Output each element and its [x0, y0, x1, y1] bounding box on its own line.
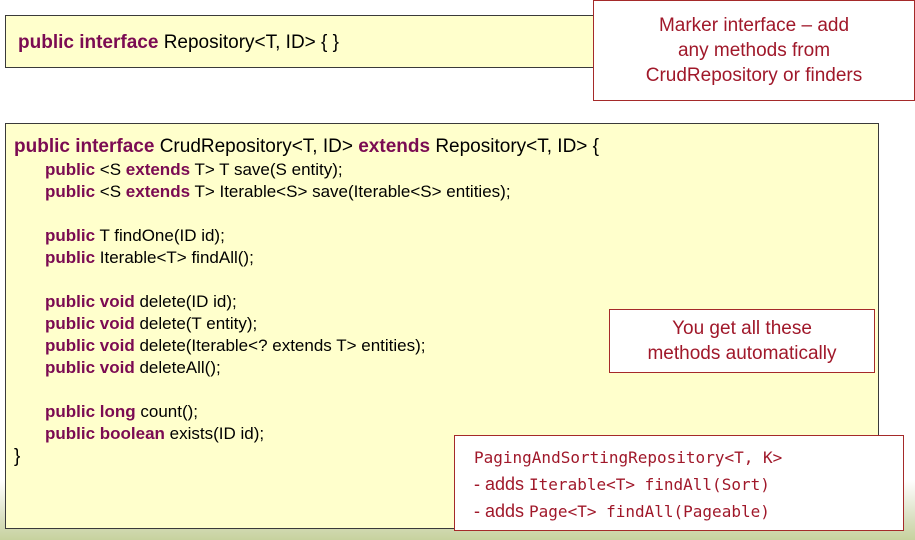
crud-header-rest: Repository<T, ID> {: [430, 136, 600, 157]
automatic-methods-note: You get all these methods automatically: [609, 309, 875, 373]
note-line: methods automatically: [647, 343, 837, 364]
crud-interface-name: CrudRepository<T, ID>: [154, 136, 359, 157]
paging-title: PagingAndSortingRepository<T, K>: [474, 448, 783, 467]
crud-header-line: public interface CrudRepository<T, ID> e…: [14, 135, 878, 159]
keyword-public-interface: public interface: [18, 32, 159, 53]
repository-declaration: Repository<T, ID> { }: [158, 32, 340, 53]
note-line: Marker interface – add: [658, 15, 850, 36]
method-line-find-all: public Iterable<T> findAll();: [45, 248, 254, 267]
note-line: CrudRepository or finders: [645, 65, 863, 86]
method-line-find-one: public T findOne(ID id);: [45, 226, 225, 245]
method-line-save: public <S extends T> T save(S entity);: [45, 160, 343, 179]
method-line-count: public long count();: [45, 402, 199, 421]
note-line: any methods from: [677, 40, 831, 61]
repository-interface-box: public interface Repository<T, ID> { }: [5, 15, 622, 68]
marker-interface-note: Marker interface – add any methods from …: [593, 0, 915, 101]
keyword-public-interface: public interface: [14, 136, 155, 157]
keyword-extends: extends: [358, 136, 431, 157]
paging-line-pageable: - adds Page<T> findAll(Pageable): [474, 501, 770, 521]
note-line: You get all these: [672, 318, 812, 339]
paging-sorting-note: PagingAndSortingRepository<T, K> - adds …: [454, 435, 904, 531]
method-line-save-all: public <S extends T> Iterable<S> save(It…: [45, 182, 511, 201]
paging-line-sort: - adds Iterable<T> findAll(Sort): [474, 474, 770, 494]
